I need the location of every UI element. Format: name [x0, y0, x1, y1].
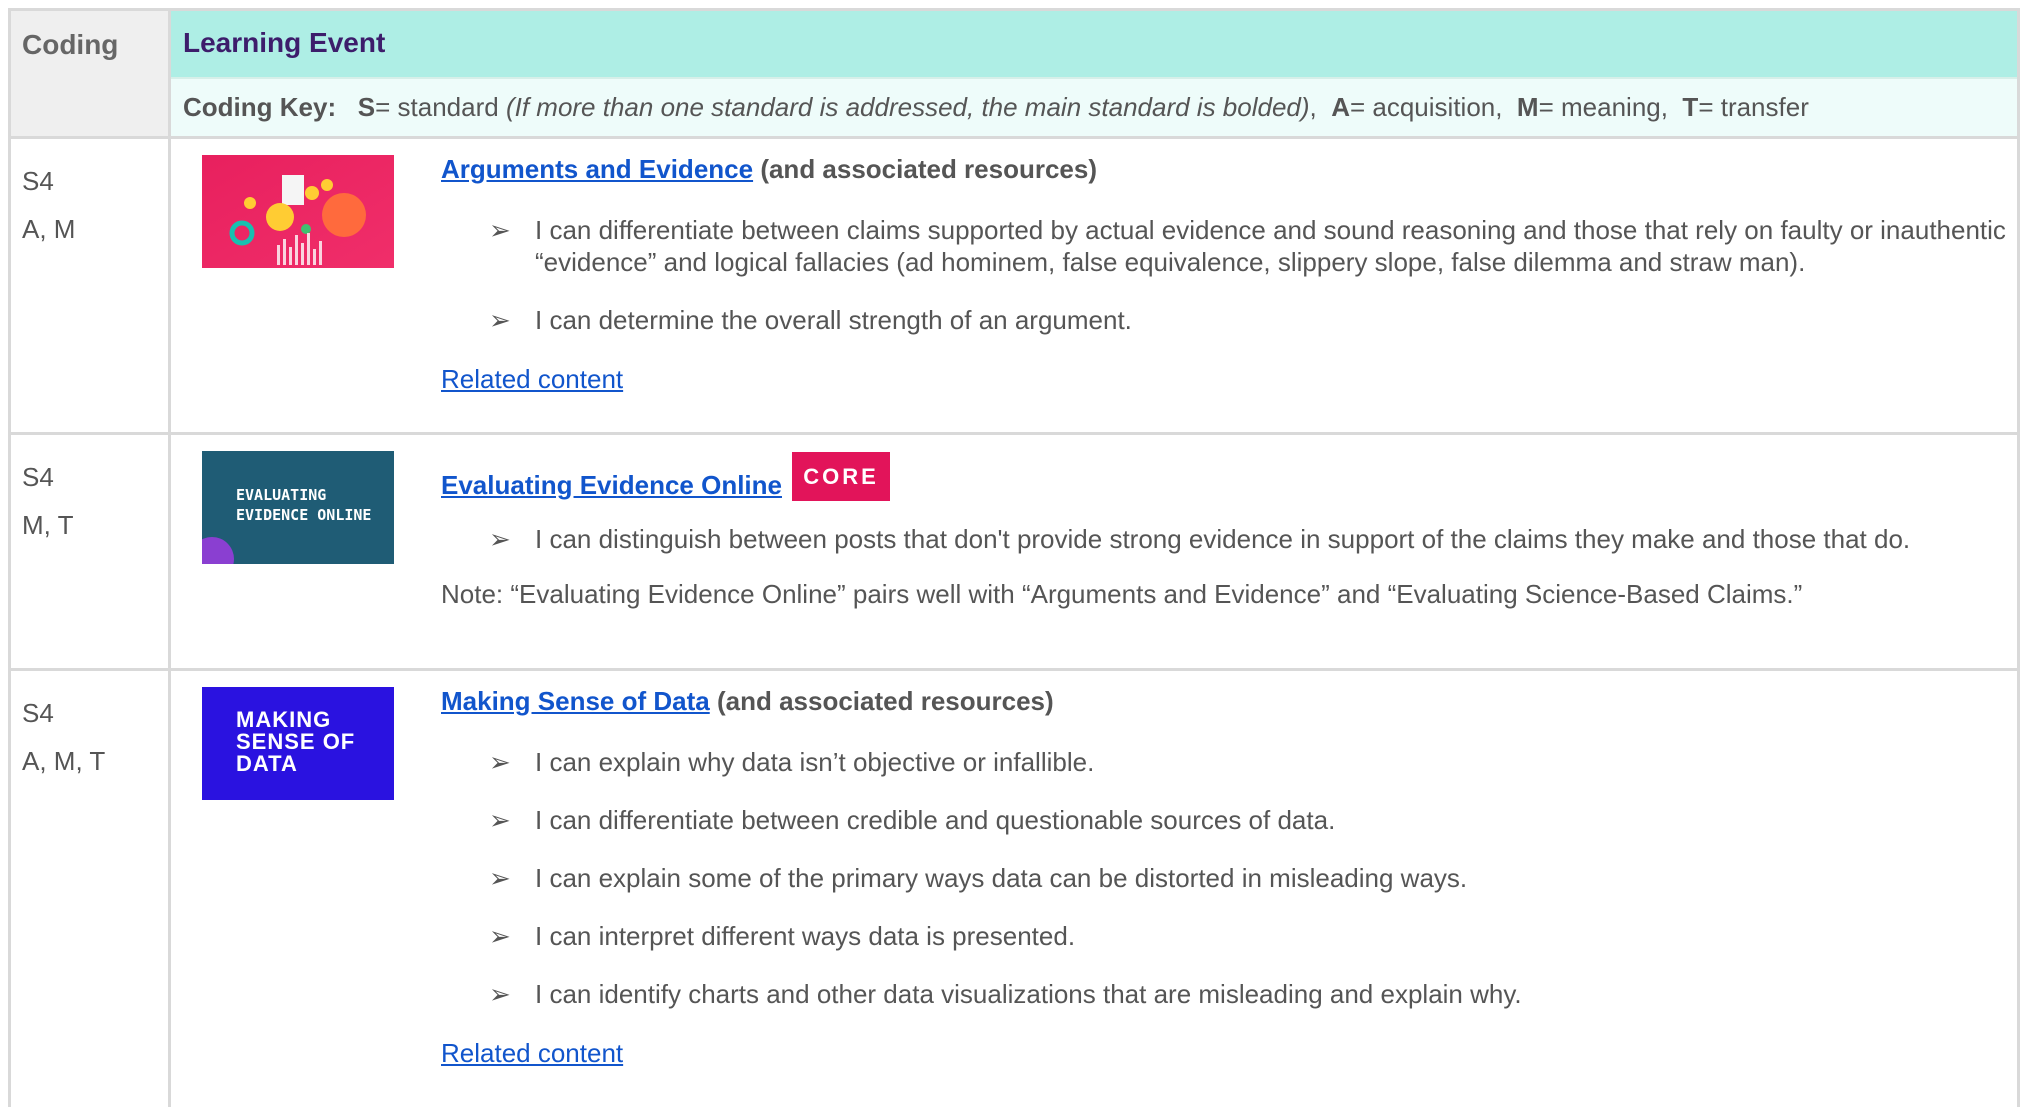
- event-title-line: Arguments and Evidence (and associated r…: [441, 154, 2017, 194]
- coding-header: Coding: [11, 11, 171, 136]
- related-content-link[interactable]: Related content: [441, 364, 623, 395]
- arrow-bullet-icon: ➢: [489, 747, 511, 777]
- learning-event-cell: Arguments and Evidence (and associated r…: [171, 139, 2017, 432]
- event-title-suffix: (and associated resources): [760, 154, 1098, 184]
- arguments-evidence-thumbnail[interactable]: [202, 155, 394, 268]
- objective-text: I can explain some of the primary ways d…: [535, 863, 1468, 893]
- learning-event-header: Learning Event: [171, 11, 2017, 79]
- pairing-note: Note: “Evaluating Evidence Online” pairs…: [441, 579, 1803, 609]
- key-m: M: [1516, 92, 1539, 122]
- event-content: Arguments and Evidence (and associated r…: [441, 139, 2017, 432]
- objective-item: ➢ I can distinguish between posts that d…: [441, 523, 2017, 555]
- arrow-bullet-icon: ➢: [489, 805, 511, 835]
- learning-events-table: Coding Learning Event Coding Key: S= sta…: [8, 8, 2020, 1107]
- learning-event-cell: MAKING SENSE OF DATA Making Sense of Dat…: [171, 671, 2017, 1107]
- objective-item: ➢ I can explain some of the primary ways…: [441, 862, 2017, 894]
- key-t: T: [1682, 92, 1699, 122]
- key-m-text: = meaning,: [1538, 92, 1668, 122]
- standard-code: S4: [22, 462, 54, 492]
- key-a-text: = acquisition,: [1349, 92, 1503, 122]
- making-sense-data-thumbnail[interactable]: MAKING SENSE OF DATA: [202, 687, 394, 800]
- stage-codes: M, T: [22, 510, 74, 540]
- emoji-collage-image: [202, 155, 394, 268]
- coding-cell: S4 A, M, T: [11, 671, 171, 1107]
- objective-item: ➢ I can differentiate between credible a…: [441, 804, 2017, 836]
- key-s-text: = standard: [375, 92, 499, 122]
- table-row: S4 M, T EVALUATING EVIDENCE ONLINE Evalu…: [8, 435, 2020, 671]
- objective-item: ➢ I can determine the overall strength o…: [441, 304, 2017, 336]
- key-t-text: = transfer: [1698, 92, 1809, 122]
- objective-item: ➢ I can differentiate between claims sup…: [441, 214, 2017, 278]
- table-row: S4 A, M, T MAKING SENSE OF DATA Making S…: [8, 671, 2020, 1107]
- key-s-note: (If more than one standard is addressed,…: [505, 92, 1310, 122]
- learning-event-cell: EVALUATING EVIDENCE ONLINE Evaluating Ev…: [171, 435, 2017, 668]
- objective-item: ➢ I can identify charts and other data v…: [441, 978, 2017, 1010]
- arrow-bullet-icon: ➢: [489, 863, 511, 893]
- coding-key: Coding Key: S= standard (If more than on…: [171, 79, 2017, 136]
- stage-codes: A, M, T: [22, 746, 106, 776]
- standard-code: S4: [22, 698, 54, 728]
- objective-text: I can identify charts and other data vis…: [535, 979, 1522, 1009]
- learning-event-header-cell: Learning Event Coding Key: S= standard (…: [171, 11, 2017, 136]
- objective-text: I can differentiate between claims suppo…: [535, 215, 2006, 277]
- table-row: S4 A, M Arguments and Evidence (and asso…: [8, 139, 2020, 435]
- standard-code: S4: [22, 166, 54, 196]
- objective-text: I can differentiate between credible and…: [535, 805, 1336, 835]
- table-header: Coding Learning Event Coding Key: S= sta…: [8, 11, 2020, 139]
- coding-cell: S4 A, M: [11, 139, 171, 432]
- stage-codes: A, M: [22, 214, 76, 244]
- coding-key-label: Coding Key:: [183, 92, 337, 122]
- arrow-bullet-icon: ➢: [489, 979, 511, 1009]
- core-badge: CORE: [791, 452, 890, 501]
- related-content-link[interactable]: Related content: [441, 1038, 623, 1069]
- making-sense-data-link[interactable]: Making Sense of Data: [441, 686, 710, 717]
- objective-text: I can determine the overall strength of …: [535, 305, 1132, 335]
- evaluating-evidence-thumbnail[interactable]: EVALUATING EVIDENCE ONLINE: [202, 451, 394, 564]
- objective-item: ➢ I can explain why data isn’t objective…: [441, 746, 2017, 778]
- event-title-line: Evaluating Evidence Online CORE: [441, 449, 2017, 501]
- key-s: S: [357, 92, 376, 122]
- evaluating-evidence-link[interactable]: Evaluating Evidence Online: [441, 470, 782, 501]
- thumbnail-caption: MAKING SENSE OF DATA: [236, 707, 356, 776]
- objective-text: I can explain why data isn’t objective o…: [535, 747, 1095, 777]
- key-a: A: [1331, 92, 1350, 122]
- event-content: Evaluating Evidence Online CORE ➢ I can …: [441, 435, 2017, 668]
- objective-item: ➢ I can interpret different ways data is…: [441, 920, 2017, 952]
- arrow-bullet-icon: ➢: [489, 921, 511, 951]
- objective-text: I can interpret different ways data is p…: [535, 921, 1076, 951]
- arrow-bullet-icon: ➢: [489, 305, 511, 335]
- event-title-line: Making Sense of Data (and associated res…: [441, 686, 2017, 726]
- event-title-suffix: (and associated resources): [716, 686, 1054, 716]
- arrow-bullet-icon: ➢: [489, 215, 511, 245]
- objective-text: I can distinguish between posts that don…: [535, 524, 1911, 554]
- event-content: Making Sense of Data (and associated res…: [441, 671, 2017, 1107]
- thumbnail-caption: EVALUATING EVIDENCE ONLINE: [236, 486, 372, 524]
- arrow-bullet-icon: ➢: [489, 524, 511, 554]
- coding-cell: S4 M, T: [11, 435, 171, 668]
- arguments-evidence-link[interactable]: Arguments and Evidence: [441, 154, 753, 185]
